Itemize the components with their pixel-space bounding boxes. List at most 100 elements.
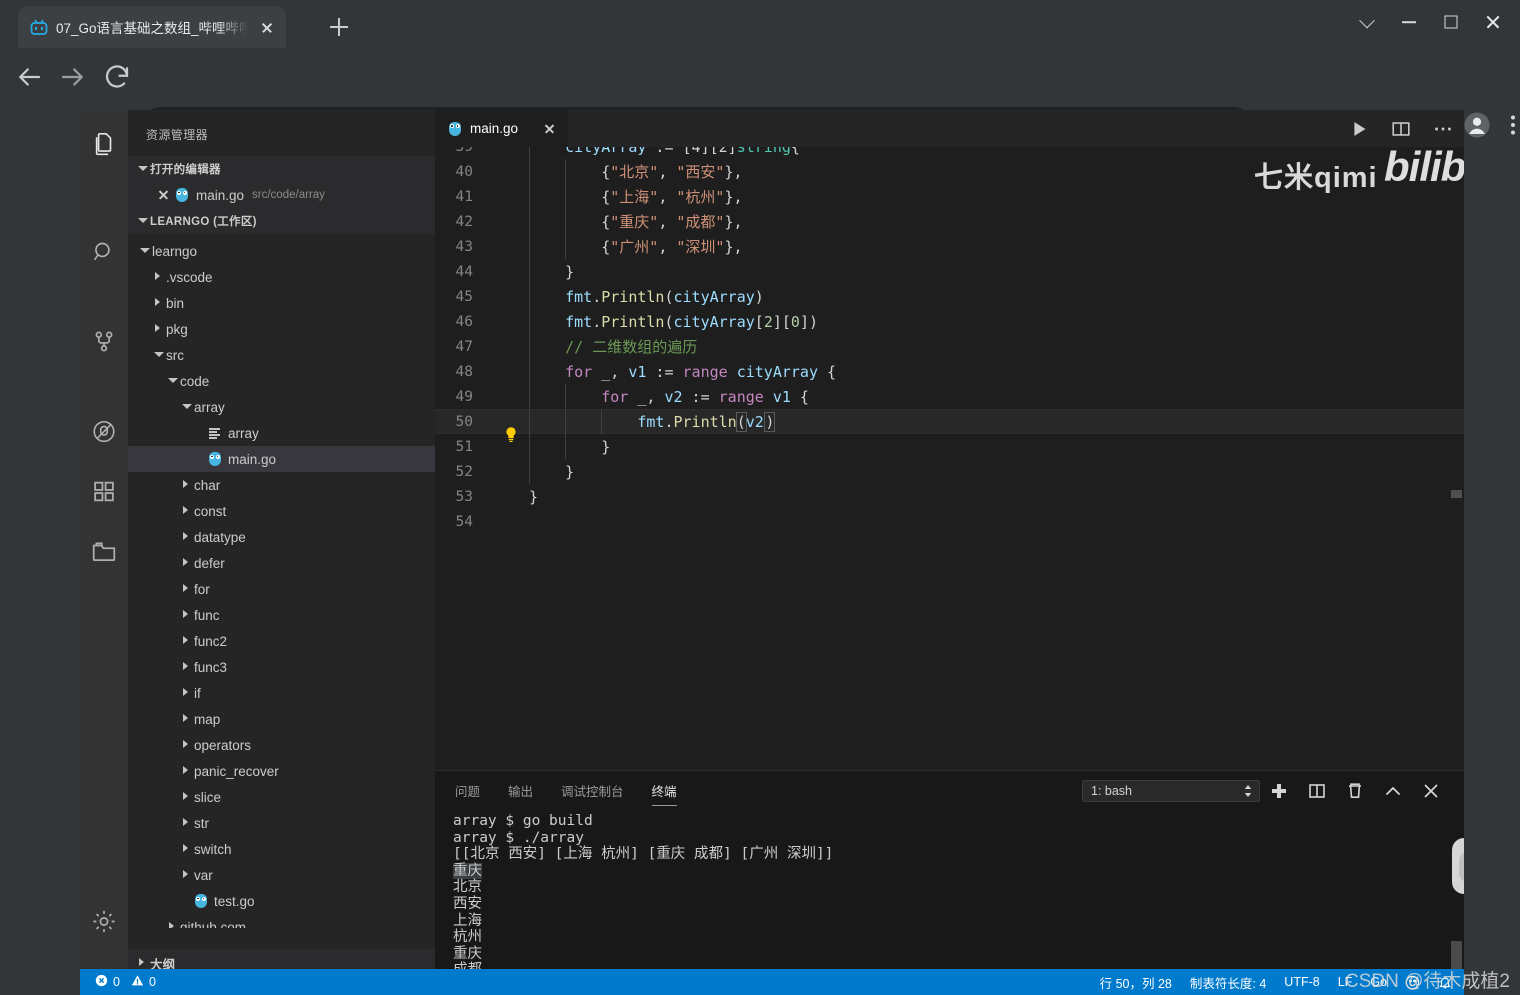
chevron-right-icon[interactable] <box>178 607 194 623</box>
open-editor-item-main-go[interactable]: main.go src/code/array <box>128 182 435 208</box>
chrome-menu-icon[interactable] <box>1498 110 1520 140</box>
explorer-icon[interactable] <box>80 122 128 170</box>
profile-avatar-icon[interactable] <box>1462 110 1492 140</box>
panel-tab-问题[interactable]: 问题 <box>455 781 480 806</box>
status-problems[interactable]: 0 0 <box>86 969 165 995</box>
status-encoding[interactable]: UTF-8 <box>1275 969 1328 995</box>
code-line-52[interactable]: 52 } <box>435 459 1464 484</box>
code-line-49[interactable]: 49 for _, v2 := range v1 { <box>435 384 1464 409</box>
chevron-right-icon[interactable] <box>164 919 180 928</box>
tree-item-map[interactable]: map <box>128 706 435 732</box>
panel-tab-终端[interactable]: 终端 <box>651 781 677 806</box>
chevron-right-icon[interactable] <box>150 321 166 337</box>
panel-tab-输出[interactable]: 输出 <box>508 781 533 806</box>
tree-item-func[interactable]: func <box>128 602 435 628</box>
code-line-46[interactable]: 46 fmt.Println(cityArray[2][0]) <box>435 309 1464 334</box>
chevron-right-icon[interactable] <box>178 737 194 753</box>
tree-item-bin[interactable]: bin <box>128 290 435 316</box>
code-line-45[interactable]: 45 fmt.Println(cityArray) <box>435 284 1464 309</box>
editor-tab-main-go[interactable]: main.go <box>435 110 569 147</box>
chevron-right-icon[interactable] <box>178 581 194 597</box>
status-cursor-position[interactable]: 行 50，列 28 <box>1091 969 1181 995</box>
chevron-right-icon[interactable] <box>178 815 194 831</box>
code-line-40[interactable]: 40 {"北京", "西安"}, <box>435 159 1464 184</box>
chevron-down-icon[interactable] <box>150 347 166 363</box>
chevron-down-icon[interactable] <box>178 399 194 415</box>
code-line-44[interactable]: 44 } <box>435 259 1464 284</box>
tree-item-switch[interactable]: switch <box>128 836 435 862</box>
code-line-53[interactable]: 53} <box>435 484 1464 509</box>
tree-item-main-go[interactable]: main.go <box>128 446 435 472</box>
tree-item-code[interactable]: code <box>128 368 435 394</box>
workspace-header[interactable]: LEARNGO (工作区) <box>128 208 435 234</box>
chevron-right-icon[interactable] <box>178 477 194 493</box>
tree-item-for[interactable]: for <box>128 576 435 602</box>
settings-gear-icon[interactable] <box>80 900 128 948</box>
tree-item--vscode[interactable]: .vscode <box>128 264 435 290</box>
panel-tab-调试控制台[interactable]: 调试控制台 <box>561 781 624 806</box>
new-tab-button[interactable] <box>325 13 353 41</box>
tree-item-func2[interactable]: func2 <box>128 628 435 654</box>
chevron-right-icon[interactable] <box>178 503 194 519</box>
reload-icon[interactable] <box>102 62 132 92</box>
new-terminal-icon[interactable] <box>1260 778 1298 804</box>
code-line-47[interactable]: 47 // 二维数组的遍历 <box>435 334 1464 359</box>
code-line-41[interactable]: 41 {"上海", "杭州"}, <box>435 184 1464 209</box>
tree-item-src[interactable]: src <box>128 342 435 368</box>
tree-item-github-com[interactable]: github.com <box>128 914 435 928</box>
chevron-down-icon[interactable] <box>136 243 152 259</box>
chevron-right-icon[interactable] <box>178 789 194 805</box>
tree-item-array[interactable]: array <box>128 394 435 420</box>
terminal-selector[interactable]: 1: bash <box>1082 780 1260 802</box>
code-line-48[interactable]: 48 for _, v1 := range cityArray { <box>435 359 1464 384</box>
close-icon[interactable] <box>154 186 172 204</box>
search-icon[interactable] <box>80 230 128 278</box>
split-editor-icon[interactable] <box>1390 118 1412 140</box>
kill-terminal-icon[interactable] <box>1336 778 1374 804</box>
bilibili-player-icon[interactable] <box>1452 838 1464 894</box>
browser-tab[interactable]: 07_Go语言基础之数组_哔哩哔哩 <box>18 6 286 48</box>
chevron-right-icon[interactable] <box>178 529 194 545</box>
chevron-right-icon[interactable] <box>178 555 194 571</box>
chevron-right-icon[interactable] <box>150 295 166 311</box>
terminal-output[interactable]: array $ go build array $ ./array [[北京 西安] … <box>453 813 1446 995</box>
tree-item-array[interactable]: array <box>128 420 435 446</box>
code-editor[interactable]: 39 cityArray := [4][2]string{40 {"北京", "… <box>435 147 1464 770</box>
source-control-icon[interactable] <box>80 320 128 368</box>
window-close-button[interactable] <box>1466 0 1520 44</box>
status-tab-size[interactable]: 制表符长度: 4 <box>1181 969 1275 995</box>
code-line-42[interactable]: 42 {"重庆", "成都"}, <box>435 209 1464 234</box>
folder-icon[interactable] <box>80 530 128 578</box>
more-actions-icon[interactable] <box>1432 118 1454 140</box>
chevron-right-icon[interactable] <box>178 711 194 727</box>
open-editors-header[interactable]: 打开的编辑器 <box>128 156 435 182</box>
chevron-right-icon[interactable] <box>178 685 194 701</box>
tree-item-str[interactable]: str <box>128 810 435 836</box>
tree-item-test-go[interactable]: test.go <box>128 888 435 914</box>
tree-item-pkg[interactable]: pkg <box>128 316 435 342</box>
chevron-right-icon[interactable] <box>178 763 194 779</box>
tab-close-icon[interactable] <box>256 16 278 38</box>
code-line-54[interactable]: 54 <box>435 509 1464 534</box>
chevron-right-icon[interactable] <box>178 633 194 649</box>
code-line-50[interactable]: 50 fmt.Println(v2) <box>435 409 1464 442</box>
run-code-icon[interactable] <box>1348 118 1370 140</box>
collapse-panel-icon[interactable] <box>1374 778 1412 804</box>
tree-item-defer[interactable]: defer <box>128 550 435 576</box>
split-terminal-icon[interactable] <box>1298 778 1336 804</box>
chevron-down-icon[interactable] <box>164 373 180 389</box>
tree-item-char[interactable]: char <box>128 472 435 498</box>
chevron-right-icon[interactable] <box>178 867 194 883</box>
editor-scrollbar-thumb[interactable] <box>1451 490 1462 498</box>
tree-item-datatype[interactable]: datatype <box>128 524 435 550</box>
tree-item-const[interactable]: const <box>128 498 435 524</box>
tree-item-func3[interactable]: func3 <box>128 654 435 680</box>
back-arrow-icon[interactable] <box>14 62 44 92</box>
tree-item-var[interactable]: var <box>128 862 435 888</box>
close-panel-icon[interactable] <box>1412 778 1450 804</box>
chevron-right-icon[interactable] <box>178 659 194 675</box>
code-line-43[interactable]: 43 {"广州", "深圳"}, <box>435 234 1464 259</box>
tree-item-if[interactable]: if <box>128 680 435 706</box>
chevron-right-icon[interactable] <box>178 841 194 857</box>
tree-item-panic-recover[interactable]: panic_recover <box>128 758 435 784</box>
